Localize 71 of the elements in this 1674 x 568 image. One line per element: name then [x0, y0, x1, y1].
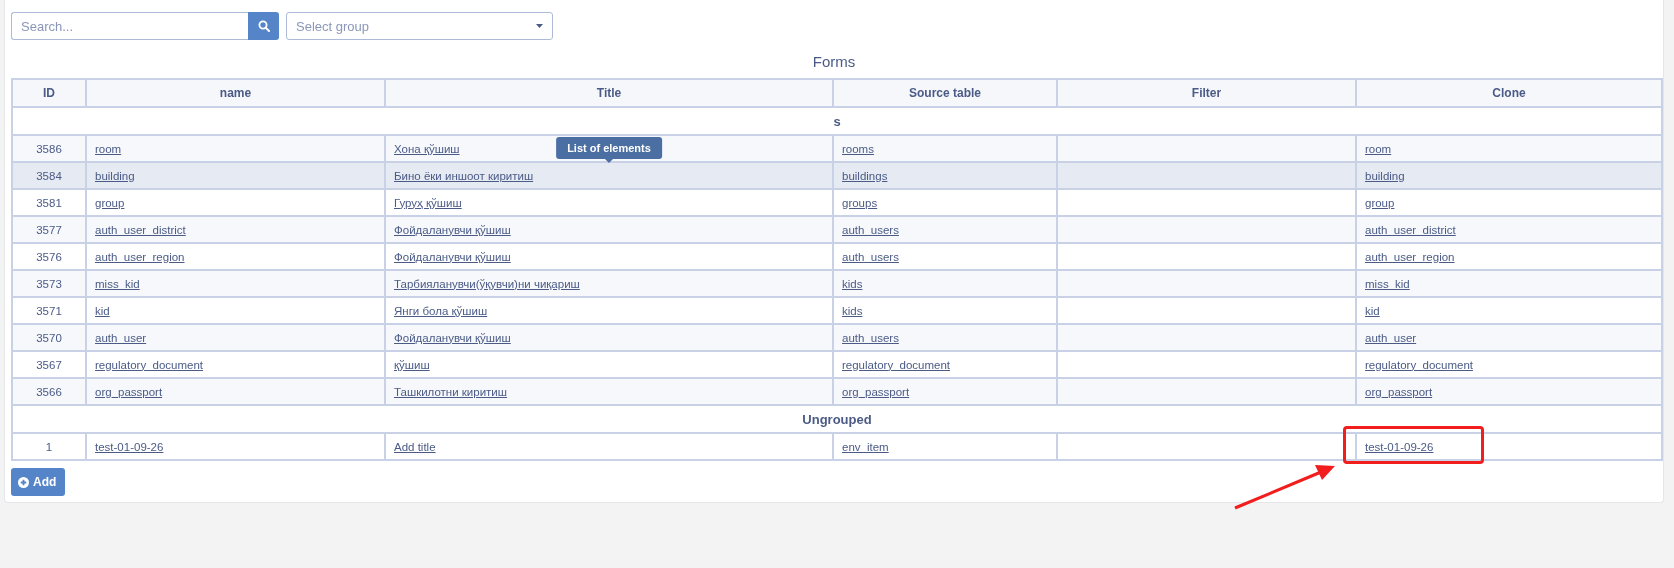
table-link[interactable]: kid [1365, 304, 1380, 317]
table-link[interactable]: miss_kid [1365, 277, 1410, 290]
column-header: Filter [1057, 79, 1356, 107]
table-link[interactable]: Гуруҳ қўшиш [394, 196, 462, 209]
table-link[interactable]: auth_users [842, 331, 899, 344]
search-icon [257, 20, 270, 32]
table-link[interactable]: kids [842, 304, 863, 317]
table-link[interactable]: Фойдаланувчи қўшиш [394, 223, 511, 236]
table-link[interactable]: groups [842, 196, 878, 209]
table-link[interactable]: room [1365, 142, 1392, 155]
table-link[interactable]: kid [95, 304, 110, 317]
column-header: Title [385, 79, 833, 107]
table-link[interactable]: auth_users [842, 223, 899, 236]
column-header: Clone [1356, 79, 1662, 107]
table-link[interactable]: auth_user_region [95, 250, 185, 263]
add-button[interactable]: Add [11, 468, 66, 496]
table-link[interactable]: auth_user_district [1365, 223, 1456, 236]
table-link[interactable]: org_passport [842, 385, 910, 398]
table-link[interactable]: Фойдаланувчи қўшиш [394, 250, 511, 263]
id-cell: 1 [12, 433, 86, 460]
table-link[interactable]: Фойдаланувчи қўшиш [394, 331, 511, 344]
table-link[interactable]: kids [842, 277, 863, 290]
table-link[interactable]: org_passport [95, 385, 163, 398]
table-link[interactable]: building [95, 169, 135, 182]
table-link[interactable]: auth_user_region [1365, 250, 1455, 263]
table-link[interactable]: buildings [842, 169, 888, 182]
id-cell: 3576 [12, 243, 86, 270]
table-link[interactable]: regulatory_document [95, 358, 204, 371]
search-button[interactable] [248, 12, 279, 40]
table-link[interactable]: auth_users [842, 250, 899, 263]
table-link[interactable]: Add title [394, 440, 436, 453]
table-link[interactable]: regulatory_document [1365, 358, 1474, 371]
id-cell: 3570 [12, 324, 86, 351]
id-cell: 3577 [12, 216, 86, 243]
table-link[interactable]: test-01-09-26 [1365, 440, 1434, 453]
table-title: Forms [811, 53, 857, 70]
table-link[interactable]: auth_user [1365, 331, 1417, 344]
table-link[interactable]: Бино ёки иншоот киритиш [394, 169, 534, 182]
table-link[interactable]: Хона қўшиш [394, 142, 460, 155]
table-link[interactable]: Тарбияланувчи(ўқувчи)ни чиқариш [394, 277, 580, 290]
id-cell: 3571 [12, 297, 86, 324]
table-link[interactable]: rooms [842, 142, 874, 155]
table-link[interactable]: Ташкилотни киритиш [394, 385, 507, 398]
id-cell: 3566 [12, 378, 86, 405]
column-header: ID [12, 79, 86, 107]
table-link[interactable]: group [95, 196, 125, 209]
table-link[interactable]: Янги бола қўшиш [394, 304, 488, 317]
id-cell: 3573 [12, 270, 86, 297]
id-cell: 3586 [12, 135, 86, 162]
column-header: name [86, 79, 385, 107]
id-cell: 3567 [12, 351, 86, 378]
table-link[interactable]: miss_kid [95, 277, 140, 290]
plus-circle-icon [18, 476, 29, 488]
column-header: Source table [833, 79, 1057, 107]
arrow-icon [1233, 464, 1337, 510]
table-link[interactable]: auth_user_district [95, 223, 186, 236]
tooltip: List of elements [556, 137, 662, 159]
table-link[interactable]: auth_user [95, 331, 147, 344]
group-header: s [12, 107, 1662, 135]
table-link[interactable]: test-01-09-26 [95, 440, 164, 453]
search-field[interactable]: Search... [11, 12, 248, 40]
table-link[interactable]: building [1365, 169, 1405, 182]
table-link[interactable]: group [1365, 196, 1395, 209]
table-link[interactable]: env_item [842, 440, 889, 453]
table-link[interactable]: room [95, 142, 122, 155]
id-cell: 3584 [12, 162, 86, 189]
table-link[interactable]: org_passport [1365, 385, 1433, 398]
caret-icon [536, 24, 543, 28]
id-cell: 3581 [12, 189, 86, 216]
group-header: Ungrouped [12, 405, 1662, 433]
table-link[interactable]: қўшиш [394, 358, 430, 371]
